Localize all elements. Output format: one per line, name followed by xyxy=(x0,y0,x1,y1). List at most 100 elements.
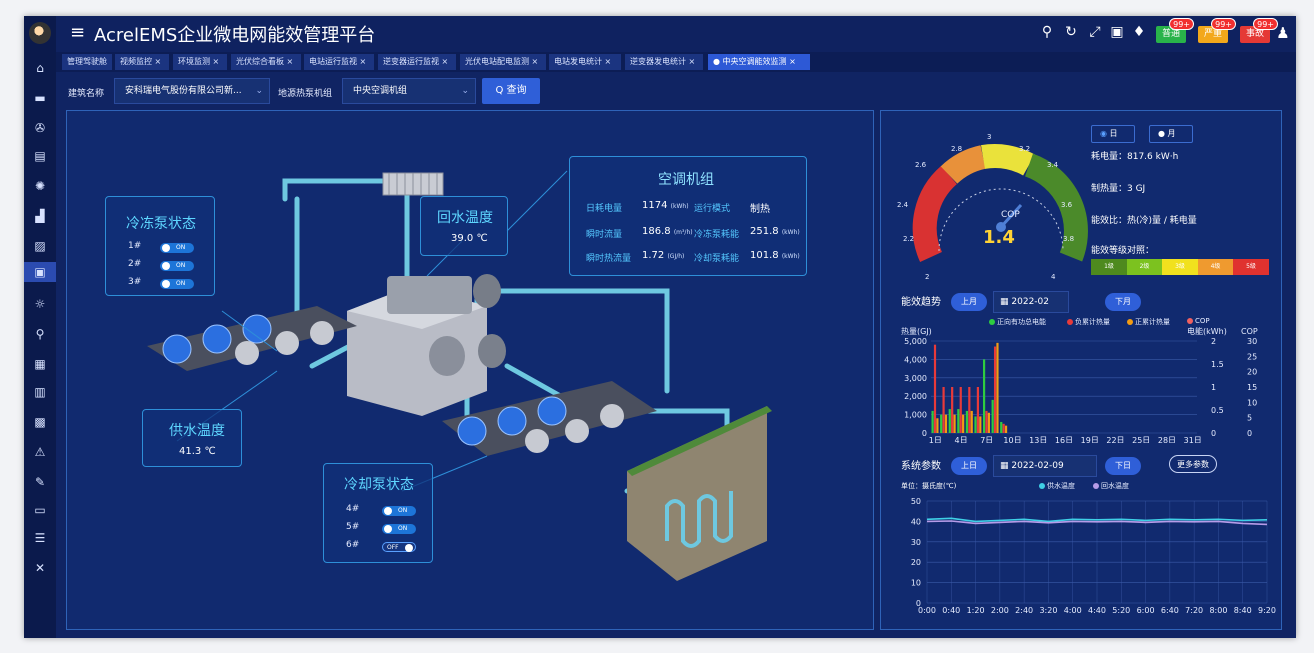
x-tick-label: 22日 xyxy=(1106,436,1124,443)
x-tick-label: 10日 xyxy=(1003,436,1021,443)
prev-day-button[interactable]: 上日 xyxy=(951,457,987,475)
bar-chart-icon[interactable]: ▟ xyxy=(30,206,50,226)
legend-supply: 供水温度 xyxy=(1039,481,1075,491)
day-picker[interactable]: ▦ 2022-02-09 xyxy=(993,455,1097,477)
alert-icon[interactable]: ✺ xyxy=(30,176,50,196)
pump-toggle[interactable]: ON xyxy=(382,506,416,516)
prev-month-button[interactable]: 上月 xyxy=(951,293,987,311)
bar xyxy=(944,414,948,433)
tab-pv-distribution[interactable]: 光伏电站配电监测 × xyxy=(460,54,546,70)
hvac-icon[interactable]: ▣ xyxy=(24,262,56,282)
panel-icon[interactable]: ▩ xyxy=(30,412,50,432)
pump-label: 4# xyxy=(346,504,360,514)
tab-pv-board[interactable]: 光伏综合看板 × xyxy=(231,54,301,70)
pump-toggle[interactable]: ON xyxy=(160,243,194,253)
bar xyxy=(959,387,962,433)
pump-toggle[interactable]: OFF xyxy=(382,542,416,552)
level-cell: 2级 xyxy=(1127,259,1162,275)
pump-toggle[interactable]: ON xyxy=(160,261,194,271)
energy-icon[interactable]: ✇ xyxy=(30,118,50,138)
next-day-button[interactable]: 下日 xyxy=(1105,457,1141,475)
search-icon[interactable]: ⚲ xyxy=(1038,24,1056,40)
theme-icon[interactable]: ♦ xyxy=(1130,24,1148,40)
month-picker[interactable]: ▦ 2022-02 xyxy=(993,291,1069,313)
gauge-tick: 3.4 xyxy=(1047,161,1059,169)
alarm-badge-normal[interactable]: 普通 99+ xyxy=(1156,18,1195,43)
alarm-icon[interactable]: ⚠ xyxy=(30,442,50,462)
building-select[interactable]: 安科瑞电气股份有限公司新... ⌄ xyxy=(114,78,270,104)
bar xyxy=(1000,421,1003,433)
y-tick-label: 5,000 xyxy=(904,337,927,346)
bar xyxy=(968,387,971,433)
y-right-tick-label: 0 xyxy=(1211,429,1216,438)
sys-title: 系统参数 xyxy=(901,461,941,472)
tap-icon[interactable]: ⚲ xyxy=(30,324,50,344)
refresh-icon[interactable]: ↻ xyxy=(1062,24,1080,40)
next-month-button[interactable]: 下月 xyxy=(1105,293,1141,311)
y-tick-label: 0 xyxy=(922,429,927,438)
home-icon[interactable]: ⌂ xyxy=(30,58,50,78)
bar xyxy=(976,387,980,433)
level-cell: 1级 xyxy=(1091,259,1127,275)
level-cell: 5级 xyxy=(1233,259,1269,275)
tab-environment[interactable]: 环境监测 × xyxy=(173,54,227,70)
x-tick-label: 6:40 xyxy=(1161,606,1179,615)
ac-label: 日耗电量 xyxy=(586,204,623,214)
x-tick-label: 8:00 xyxy=(1209,606,1227,615)
heat-summary: 制热量：3 GJ xyxy=(1091,184,1146,194)
trend-y-right-title: 电能(kWh) xyxy=(1187,326,1227,336)
pump-toggle[interactable]: ON xyxy=(382,524,416,534)
image-icon[interactable]: ▨ xyxy=(30,236,50,256)
document-icon[interactable]: ☰ xyxy=(30,528,50,548)
tab-inverter-stats[interactable]: 逆变器发电统计 × xyxy=(625,54,703,70)
tab-inverter-monitor[interactable]: 逆变器运行监视 × xyxy=(378,54,456,70)
query-button[interactable]: Q 查询 xyxy=(482,78,540,104)
alarm-badge-accident[interactable]: 事故 99+ xyxy=(1240,18,1279,43)
bar xyxy=(982,359,986,433)
supply-water-value: 41.3 ℃ xyxy=(179,446,216,457)
bar xyxy=(933,344,937,433)
x-tick-label: 8:40 xyxy=(1234,606,1252,615)
bar xyxy=(953,414,956,433)
more-params-button[interactable]: 更多参数 xyxy=(1169,455,1217,473)
translate-icon[interactable]: ▣ xyxy=(1108,24,1126,40)
gauge-tick: 2.6 xyxy=(915,161,927,169)
fullscreen-icon[interactable]: ⤢ xyxy=(1086,24,1104,40)
y-tick-label: 2,000 xyxy=(904,392,927,401)
unit-select[interactable]: 中央空调机组 ⌄ xyxy=(342,78,476,104)
bar xyxy=(962,414,965,433)
period-month-radio[interactable]: ● 月 xyxy=(1149,125,1193,143)
ac-label: 冷却泵耗能 xyxy=(694,254,740,264)
bar xyxy=(965,410,969,433)
tab-hvac-efficiency[interactable]: ● 中央空调能效监测 × xyxy=(708,54,810,70)
gauge-tick: 3.8 xyxy=(1063,235,1074,243)
light-icon[interactable]: ☼ xyxy=(30,294,50,314)
chevron-down-icon: ⌄ xyxy=(255,86,263,96)
cabinet-icon[interactable]: ▥ xyxy=(30,382,50,402)
grid-icon[interactable]: ▦ xyxy=(30,354,50,374)
return-water-box: 回水温度 39.0 ℃ xyxy=(420,196,508,256)
pump-label: 1# xyxy=(128,241,142,251)
ac-label: 运行模式 xyxy=(694,204,731,214)
tab-cockpit[interactable]: 管理驾驶舱 xyxy=(62,54,112,70)
tab-station-stats[interactable]: 电站发电统计 × xyxy=(549,54,621,70)
y-tick-label: 20 xyxy=(911,558,921,567)
gauge-tick: 3 xyxy=(987,133,991,141)
bar xyxy=(991,399,994,433)
pump-toggle[interactable]: ON xyxy=(160,279,194,289)
user-icon[interactable]: ♟ xyxy=(1274,24,1292,42)
level-title: 能效等级对照： xyxy=(1091,246,1155,256)
sys-chart: 010203040500:00 0:40 1:20 2:00 2:40 3:20 4:00 4… xyxy=(911,497,1276,615)
tab-station-monitor[interactable]: 电站运行监视 × xyxy=(304,54,374,70)
gauge-tick: 3.2 xyxy=(1019,145,1030,153)
tools-icon[interactable]: ✕ xyxy=(30,558,50,578)
menu-icon[interactable]: ≡ xyxy=(70,22,85,43)
monitor-icon[interactable]: ▬ xyxy=(30,88,50,108)
app-title: AcrelEMS企业微电网能效管理平台 xyxy=(94,25,376,46)
period-day-radio[interactable]: ◉ 日 xyxy=(1091,125,1135,143)
tab-video[interactable]: 视频监控 × xyxy=(115,54,169,70)
building-icon[interactable]: ▤ xyxy=(30,146,50,166)
alarm-badge-serious[interactable]: 严重 99+ xyxy=(1198,18,1237,43)
file-icon[interactable]: ▭ xyxy=(30,500,50,520)
edit-icon[interactable]: ✎ xyxy=(30,472,50,492)
